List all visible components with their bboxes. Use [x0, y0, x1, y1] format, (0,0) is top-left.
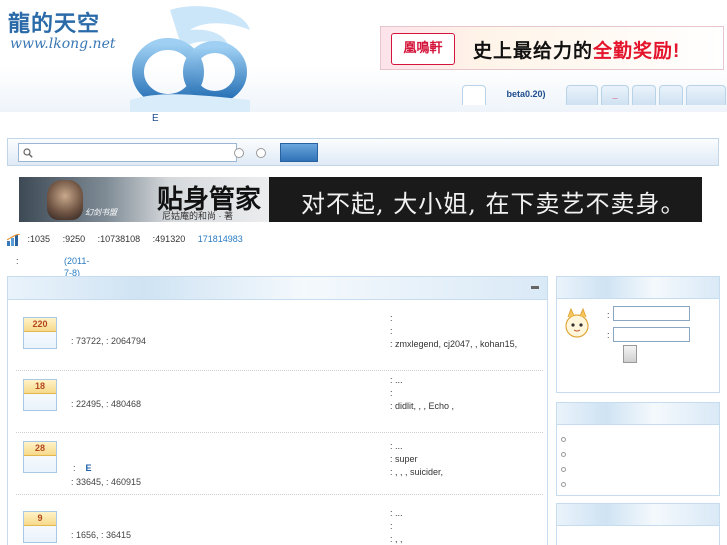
nav-tab-3[interactable]: [566, 85, 598, 105]
dragon-logo-art: [130, 6, 250, 112]
sidebar-box-3-header: [557, 504, 719, 526]
forum-row-right-line: :: [390, 521, 393, 531]
sidebar-list-header: [557, 403, 719, 425]
search-input[interactable]: [18, 143, 237, 162]
site-logo-title[interactable]: 龍的天空: [8, 6, 100, 38]
forum-row-badge: 28: [23, 441, 57, 473]
forum-row-right-line[interactable]: : didlit, , , Echo ,: [390, 400, 454, 413]
forum-row-right: : ... : : didlit, , , Echo ,: [390, 374, 454, 413]
forum-row-stat: : 73722, : 2064794: [71, 336, 147, 346]
header: 龍的天空 www.lkong.net 凰鳴軒 史上最给力的全勤奖励! beta0…: [0, 0, 727, 124]
username-field[interactable]: [613, 306, 690, 321]
ad-logo: 凰鳴軒: [391, 33, 455, 65]
forum-row-right-line: :: [390, 326, 393, 336]
ad-text-highlight: 全勤奖励!: [593, 41, 681, 62]
sidebar-list: [561, 433, 569, 493]
search-radio-1[interactable]: [234, 148, 244, 158]
forum-row-badge: 18: [23, 379, 57, 411]
forum-row[interactable]: 28 : E : 33645, : 460915 : ... : super :…: [16, 433, 543, 495]
forum-row-right-line: :: [390, 313, 393, 323]
forum-row[interactable]: 18 : 22495, : 480468 : ... : : didlit, ,…: [16, 371, 543, 433]
ad-banner[interactable]: 凰鳴軒 史上最给力的全勤奖励!: [380, 26, 724, 70]
novel-banner-logo: 幻剑书盟: [85, 208, 117, 217]
login-pass-label: :: [607, 330, 610, 340]
sidebar-list-item[interactable]: [561, 463, 569, 478]
search-button[interactable]: [280, 143, 318, 162]
collapse-icon[interactable]: [531, 286, 539, 289]
novel-banner[interactable]: 幻剑书盟 贴身管家 尼姑庵的和尚 · 著 对不起, 大小姐, 在下卖艺不卖身。: [19, 177, 702, 222]
login-button[interactable]: [623, 345, 637, 363]
forum-row-badge-num: 220: [24, 318, 56, 332]
novel-banner-portrait: [47, 180, 83, 220]
forum-row-right: : ... : super : , , , suicider,: [390, 440, 443, 479]
forum-row[interactable]: 9 : 1656, : 36415 : ... : : , ,: [16, 503, 543, 545]
sidebar-list-item[interactable]: [561, 433, 569, 448]
nav-tab-5[interactable]: [632, 85, 656, 105]
forum-row-badge: 9: [23, 511, 57, 543]
nav-tab-2[interactable]: beta0.20): [490, 85, 562, 105]
forum-row-right-line[interactable]: : ...: [390, 374, 454, 387]
stats-item-3: :10738108: [97, 234, 141, 244]
forum-row-right-line: :: [390, 388, 393, 398]
forum-row-right-line[interactable]: : zmxlegend, cj2047, , kohan15,: [390, 338, 517, 351]
login-user-label: :: [607, 310, 610, 320]
search-icon: [23, 148, 33, 158]
forum-panel-header: [8, 277, 547, 300]
forum-row-stat: : 22495, : 480468: [71, 399, 142, 409]
ad-text-prefix: 史上最给力的: [473, 41, 594, 62]
announcement-label: :: [16, 256, 19, 266]
forum-row-right-line[interactable]: : , ,: [390, 533, 403, 545]
forum-row-badge-num: 18: [24, 380, 56, 394]
login-box-header: [557, 277, 719, 299]
forum-row-right: : : : zmxlegend, cj2047, , kohan15,: [390, 312, 517, 351]
sidebar-list-item[interactable]: [561, 448, 569, 463]
forum-row-right-line[interactable]: : ...: [390, 507, 403, 520]
novel-banner-tagline: 对不起, 大小姐, 在下卖艺不卖身。: [301, 190, 686, 218]
forum-row-sub-link[interactable]: E: [86, 463, 92, 473]
password-field[interactable]: [613, 327, 690, 342]
nav-tab-7[interactable]: [686, 85, 726, 105]
stats-link[interactable]: 171814983: [198, 234, 243, 244]
forum-stats: :1035 :9250 :10738108 :491320 171814983: [7, 232, 243, 246]
novel-banner-left: 幻剑书盟 贴身管家 尼姑庵的和尚 · 著: [19, 177, 269, 222]
forum-row[interactable]: 220 : 73722, : 2064794 : : : zmxlegend, …: [16, 309, 543, 371]
nav-sub-label[interactable]: E: [152, 113, 159, 124]
sidebar-list-box: [556, 402, 720, 496]
mascot-icon: [565, 307, 589, 338]
forum-row-badge: 220: [23, 317, 57, 349]
stats-item-2: :9250: [62, 234, 86, 244]
forum-row-right: : ... : : , ,: [390, 507, 403, 545]
nav-tab-6[interactable]: [659, 85, 683, 105]
forum-row-stat: : 1656, : 36415: [71, 530, 132, 540]
stats-icon: [7, 233, 21, 246]
nav-tab-4[interactable]: _: [601, 85, 629, 105]
ad-text: 史上最给力的全勤奖励!: [473, 36, 680, 63]
forum-row-sub: : E: [73, 463, 92, 473]
forum-row-right-line[interactable]: : ...: [390, 440, 443, 453]
forum-row-right-line[interactable]: : super: [390, 453, 443, 466]
novel-banner-author: 尼姑庵的和尚 · 著: [162, 211, 233, 221]
forum-row-badge-num: 28: [24, 442, 56, 456]
sidebar-list-item[interactable]: [561, 478, 569, 493]
search-bar: [7, 138, 719, 166]
stats-item-4: :491320: [152, 234, 186, 244]
announcement: : (2011-7-8): [16, 255, 89, 278]
search-radio-2[interactable]: [256, 148, 266, 158]
sidebar-box-3: [556, 503, 720, 545]
forum-row-right-line[interactable]: : , , , suicider,: [390, 466, 443, 479]
nav-tab-1[interactable]: [462, 85, 486, 105]
forum-row-sub-label: :: [73, 463, 76, 473]
forum-row-badge-num: 9: [24, 512, 56, 526]
login-box: : :: [556, 276, 720, 393]
site-logo-url[interactable]: www.lkong.net: [10, 36, 116, 52]
forum-panel: 220 : 73722, : 2064794 : : : zmxlegend, …: [7, 276, 548, 545]
stats-item-1: :1035: [27, 234, 51, 244]
forum-row-stat: : 33645, : 460915: [71, 477, 142, 487]
